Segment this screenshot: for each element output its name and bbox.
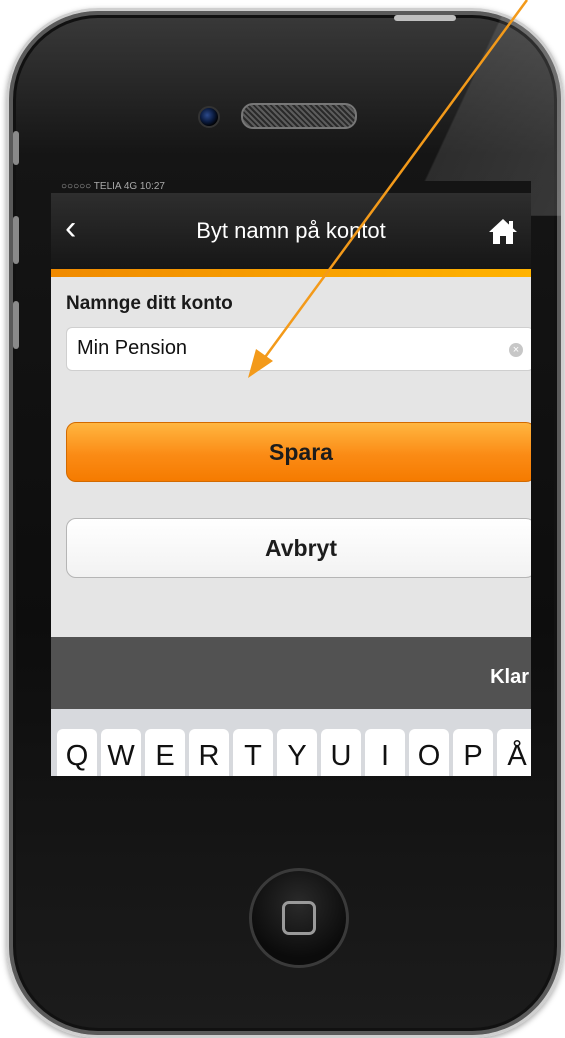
key-p[interactable]: P [453, 729, 493, 776]
key-w[interactable]: W [101, 729, 141, 776]
keyboard: QWERTYUIOPÅ ASDFGHJKLÖÄ [51, 709, 531, 776]
keyboard-toolbar: Klar [51, 637, 531, 709]
cancel-button[interactable]: Avbryt [66, 518, 531, 578]
volume-down-button [13, 301, 19, 349]
rename-form: Namnge ditt konto × Spara Avbryt [51, 277, 531, 578]
earpiece-speaker [241, 103, 357, 129]
phone-screen: ○○○○○ TELIA 4G 10:27 ‹ Byt namn på konto… [51, 181, 531, 776]
key-t[interactable]: T [233, 729, 273, 776]
front-camera [198, 106, 220, 128]
power-button [394, 15, 456, 21]
accent-stripe [51, 269, 531, 277]
key-y[interactable]: Y [277, 729, 317, 776]
page-title: Byt namn på kontot [196, 218, 386, 243]
done-button[interactable]: Klar [490, 666, 529, 689]
home-icon[interactable] [487, 217, 519, 245]
keyboard-row-1: QWERTYUIOPÅ [57, 729, 531, 776]
key-r[interactable]: R [189, 729, 229, 776]
status-bar: ○○○○○ TELIA 4G 10:27 [51, 181, 531, 193]
key-o[interactable]: O [409, 729, 449, 776]
account-name-field[interactable]: × [66, 327, 531, 371]
home-button[interactable] [249, 868, 349, 968]
key-e[interactable]: E [145, 729, 185, 776]
field-label: Namnge ditt konto [66, 293, 233, 314]
clear-icon[interactable]: × [509, 343, 523, 357]
volume-up-button [13, 216, 19, 264]
key-q[interactable]: Q [57, 729, 97, 776]
home-button-square-icon [282, 901, 316, 935]
key-u[interactable]: U [321, 729, 361, 776]
key-i[interactable]: I [365, 729, 405, 776]
save-button[interactable]: Spara [66, 422, 531, 482]
mute-switch [13, 131, 19, 165]
account-name-input[interactable] [77, 337, 477, 360]
key-å[interactable]: Å [497, 729, 531, 776]
navigation-bar: ‹ Byt namn på kontot [51, 193, 531, 269]
